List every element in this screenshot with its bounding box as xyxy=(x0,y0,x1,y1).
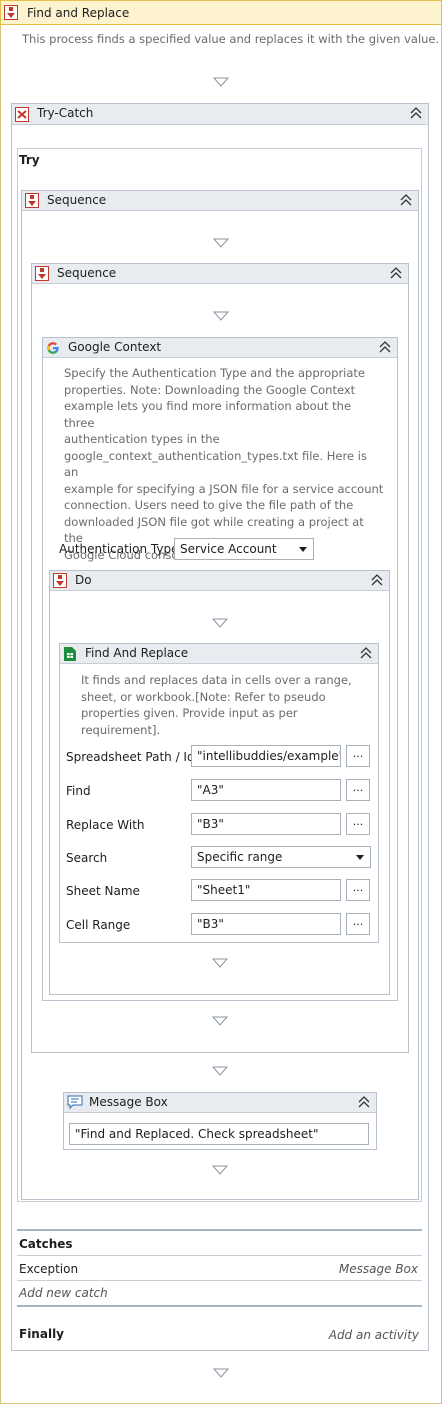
collapse-chevron-icon[interactable] xyxy=(400,193,412,207)
drop-arrow-icon[interactable] xyxy=(213,1368,229,1378)
try-catch-icon xyxy=(15,107,29,122)
drop-arrow-icon[interactable] xyxy=(213,77,229,87)
find-ellipsis-button[interactable]: ... xyxy=(346,779,370,801)
auth-type-label: Authentication Type xyxy=(59,542,179,556)
cell-range-input[interactable]: "B3" xyxy=(191,913,341,935)
message-box-text-input[interactable]: "Find and Replaced. Check spreadsheet" xyxy=(69,1123,369,1145)
find-label: Find xyxy=(66,784,91,798)
exception-label: Exception xyxy=(19,1262,79,1276)
spreadsheet-path-label: Spreadsheet Path / Id xyxy=(66,750,195,764)
drop-arrow-icon[interactable] xyxy=(212,1066,228,1076)
add-activity-link[interactable]: Add an activity xyxy=(329,1328,419,1342)
find-input[interactable]: "A3" xyxy=(191,779,341,801)
collapse-chevron-icon[interactable] xyxy=(360,646,372,660)
do-header[interactable]: Do xyxy=(50,571,389,591)
google-context-description: Specify the Authentication Type and the … xyxy=(64,366,384,562)
search-value: Specific range xyxy=(197,850,283,864)
google-context-header[interactable]: Google Context xyxy=(43,338,397,358)
search-label: Search xyxy=(66,851,108,865)
sheet-name-ellipsis-button[interactable]: ... xyxy=(346,879,370,901)
google-context-title: Google Context xyxy=(68,340,162,354)
try-catch-header[interactable]: Try-Catch xyxy=(12,104,428,125)
finally-divider xyxy=(17,1305,422,1307)
find-and-replace-description: It finds and replaces data in cells over… xyxy=(81,673,352,737)
spreadsheet-path-ellipsis-button[interactable]: ... xyxy=(346,745,370,767)
sequence-outer-header[interactable]: Sequence xyxy=(22,191,418,211)
sequence-icon xyxy=(4,5,18,20)
add-new-catch-link[interactable]: Add new catch xyxy=(19,1286,108,1300)
search-select[interactable]: Specific range xyxy=(191,846,371,868)
catches-label: Catches xyxy=(19,1237,73,1251)
cell-range-ellipsis-button[interactable]: ... xyxy=(346,913,370,935)
sheet-name-input[interactable]: "Sheet1" xyxy=(191,879,341,901)
exception-divider xyxy=(17,1280,422,1281)
try-label: Try xyxy=(19,153,40,167)
try-catch-title: Try-Catch xyxy=(37,106,94,120)
root-description: This process finds a specified value and… xyxy=(22,32,440,46)
do-title: Do xyxy=(75,573,92,587)
message-box-icon xyxy=(67,1095,83,1110)
sequence-icon xyxy=(35,266,49,281)
drop-arrow-icon[interactable] xyxy=(212,1165,228,1175)
root-header[interactable]: Find and Replace xyxy=(0,0,442,25)
replace-with-label: Replace With xyxy=(66,818,145,832)
collapse-chevron-icon[interactable] xyxy=(358,1095,370,1109)
sheet-name-label: Sheet Name xyxy=(66,884,140,898)
replace-with-input[interactable]: "B3" xyxy=(191,813,341,835)
catches-divider xyxy=(17,1229,422,1231)
auth-type-value: Service Account xyxy=(180,542,277,556)
message-box-title: Message Box xyxy=(89,1095,168,1109)
collapse-chevron-icon[interactable] xyxy=(390,266,402,280)
drop-arrow-icon[interactable] xyxy=(212,958,228,968)
message-box-header[interactable]: Message Box xyxy=(64,1093,376,1113)
google-icon xyxy=(47,342,59,354)
sequence-inner-title: Sequence xyxy=(57,266,117,280)
collapse-chevron-icon[interactable] xyxy=(379,340,391,354)
sequence-icon xyxy=(53,573,67,588)
cell-range-label: Cell Range xyxy=(66,918,131,932)
drop-arrow-icon[interactable] xyxy=(213,238,229,248)
drop-arrow-icon[interactable] xyxy=(212,618,228,628)
drop-arrow-icon[interactable] xyxy=(213,311,229,321)
auth-type-select[interactable]: Service Account xyxy=(174,538,314,560)
find-and-replace-header[interactable]: Find And Replace xyxy=(60,644,378,664)
find-and-replace-title: Find And Replace xyxy=(85,646,189,660)
exception-row[interactable]: Exception Message Box xyxy=(17,1256,422,1280)
drop-arrow-icon[interactable] xyxy=(212,1016,228,1026)
google-sheets-icon xyxy=(64,647,76,661)
chevron-down-icon xyxy=(299,547,307,552)
replace-with-ellipsis-button[interactable]: ... xyxy=(346,813,370,835)
spreadsheet-path-input[interactable]: "intellibuddies/example" xyxy=(191,745,341,767)
sequence-outer-title: Sequence xyxy=(47,193,107,207)
exception-handler-label: Message Box xyxy=(338,1262,418,1276)
sequence-inner-header[interactable]: Sequence xyxy=(32,264,408,284)
chevron-down-icon xyxy=(356,855,364,860)
finally-label: Finally xyxy=(19,1327,64,1341)
collapse-chevron-icon[interactable] xyxy=(371,573,383,587)
collapse-chevron-icon[interactable] xyxy=(410,106,422,120)
root-title: Find and Replace xyxy=(27,6,130,20)
sequence-icon xyxy=(25,193,39,208)
